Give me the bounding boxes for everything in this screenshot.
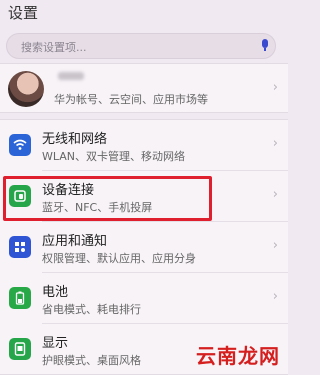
page-title: 设置: [8, 4, 39, 22]
chevron-right-icon: ›: [272, 289, 278, 304]
settings-item-apps-notifications[interactable]: 应用和通知 权限管理、默认应用、应用分身 ›: [0, 222, 288, 272]
settings-item-subtitle: 护眼模式、桌面风格: [42, 354, 141, 367]
settings-item-wireless-network[interactable]: 无线和网络 WLAN、双卡管理、移动网络 ›: [0, 120, 288, 170]
display-icon: [9, 338, 31, 360]
avatar: [8, 71, 44, 107]
search-input[interactable]: 搜索设置项...: [21, 39, 87, 55]
chevron-right-icon: ›: [272, 136, 278, 151]
settings-list: 无线和网络 WLAN、双卡管理、移动网络 › 设备连接 蓝牙、NFC、手机投屏 …: [0, 119, 288, 375]
highlight-box: [3, 176, 212, 221]
settings-item-title: 显示: [42, 336, 69, 351]
battery-icon: [9, 287, 31, 309]
settings-item-title: 应用和通知: [42, 234, 108, 249]
watermark: 云南龙网: [196, 344, 280, 368]
settings-item-subtitle: 权限管理、默认应用、应用分身: [42, 252, 196, 265]
chevron-right-icon: ›: [272, 80, 278, 95]
search-bar[interactable]: 搜索设置项...: [6, 33, 276, 59]
account-name-blurred: [58, 72, 84, 80]
account-subtitle: 华为帐号、云空间、应用市场等: [54, 93, 208, 106]
chevron-right-icon: ›: [272, 238, 278, 253]
microphone-icon[interactable]: [261, 39, 269, 51]
account-entry[interactable]: 华为帐号、云空间、应用市场等 ›: [0, 63, 288, 113]
settings-item-title: 电池: [42, 285, 69, 300]
settings-item-subtitle: 省电模式、耗电排行: [42, 303, 141, 316]
wifi-icon: [9, 134, 31, 156]
apps-icon: [9, 236, 31, 258]
chevron-right-icon: ›: [272, 187, 278, 202]
settings-item-subtitle: WLAN、双卡管理、移动网络: [42, 150, 186, 163]
settings-item-title: 无线和网络: [42, 132, 108, 147]
settings-item-battery[interactable]: 电池 省电模式、耗电排行 ›: [0, 273, 288, 323]
